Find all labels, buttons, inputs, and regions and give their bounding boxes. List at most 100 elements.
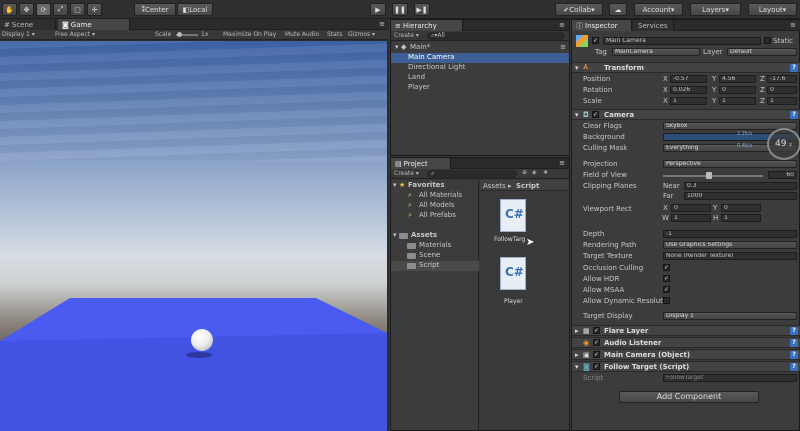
allow-hdr-checkbox[interactable]: ✓ [663, 275, 670, 282]
maximize-on-play-toggle[interactable]: Maximize On Play [223, 31, 276, 38]
hierarchy-item-player[interactable]: Player [391, 83, 569, 93]
space-local-button[interactable]: ◧ Local [177, 3, 213, 16]
breadcrumb-assets[interactable]: Assets [483, 182, 506, 190]
target-display-dropdown[interactable]: Display 1 [663, 312, 797, 320]
help-icon[interactable]: ? [790, 327, 798, 335]
tab-project[interactable]: ▤ Project [391, 158, 451, 169]
add-component-button[interactable]: Add Component [619, 391, 759, 403]
target-texture-field[interactable]: None (Render Texture) [663, 252, 797, 260]
tab-scene[interactable]: # Scene [0, 19, 56, 30]
help-icon[interactable]: ? [790, 111, 798, 119]
occlusion-culling-checkbox[interactable]: ✓ [663, 264, 670, 271]
viewport-h-input[interactable]: 1 [721, 214, 761, 222]
rotation-x-input[interactable]: 0.026 [670, 86, 707, 94]
position-y-input[interactable]: 4.56 [719, 75, 756, 83]
help-icon[interactable]: ? [790, 351, 798, 359]
panel-menu-icon[interactable]: ≡ [559, 159, 565, 167]
rect-tool-button[interactable]: ▢ [70, 3, 85, 16]
hand-tool-button[interactable]: ✋ [2, 3, 17, 16]
dynamic-resolution-checkbox[interactable] [663, 297, 670, 304]
help-icon[interactable]: ? [790, 64, 798, 72]
assets-row[interactable]: ▾ Assets [391, 231, 479, 241]
scale-z-input[interactable]: 1 [767, 97, 797, 105]
fov-input[interactable]: 60 [768, 171, 797, 179]
follow-target-checkbox[interactable]: ✓ [593, 363, 600, 370]
audio-listener-header[interactable]: ◉ ✓ Audio Listener ? [572, 337, 800, 348]
favorite-all-models[interactable]: ⌕ All Models [391, 201, 479, 211]
step-button[interactable]: ▶❚ [414, 3, 430, 16]
folder-materials[interactable]: Materials [391, 241, 479, 251]
project-create-dropdown[interactable]: Create ▾ [394, 170, 419, 177]
favorite-all-materials[interactable]: ⌕ All Materials [391, 191, 479, 201]
scale-y-input[interactable]: 1 [719, 97, 756, 105]
aspect-dropdown[interactable]: Free Aspect ▾ [55, 31, 95, 38]
folder-scene[interactable]: Scene [391, 251, 479, 261]
hierarchy-create-dropdown[interactable]: Create ▾ [394, 32, 419, 39]
tag-dropdown[interactable]: MainCamera [612, 48, 700, 56]
scale-x-input[interactable]: 1 [670, 97, 707, 105]
layout-dropdown[interactable]: Layout ▾ [748, 3, 797, 16]
flare-layer-header[interactable]: ▸ ▦ ✓ Flare Layer ? [572, 325, 800, 336]
move-tool-button[interactable]: ✥ [19, 3, 34, 16]
stats-toggle[interactable]: Stats [327, 31, 342, 38]
panel-menu-icon[interactable]: ≡ [379, 20, 385, 28]
follow-target-header[interactable]: ▾ ◙ ✓ Follow Target (Script) ? [572, 361, 800, 372]
audio-listener-checkbox[interactable]: ✓ [593, 339, 600, 346]
object-name-input[interactable]: Main Camera [603, 37, 761, 45]
main-camera-object-checkbox[interactable]: ✓ [593, 351, 600, 358]
account-dropdown[interactable]: Account ▾ [634, 3, 683, 16]
near-input[interactable]: 0.3 [684, 182, 797, 190]
camera-header[interactable]: ▾ ◘ ✓ Camera ? [572, 109, 800, 120]
project-search-input[interactable]: ⌕ [427, 170, 517, 178]
viewport-y-input[interactable]: 0 [721, 204, 761, 212]
gizmos-dropdown[interactable]: Gizmos ▾ [348, 31, 375, 38]
static-checkbox[interactable] [764, 37, 771, 44]
fov-slider-thumb[interactable] [706, 172, 712, 179]
tab-inspector[interactable]: ⓘ Inspector [572, 20, 632, 31]
panel-menu-icon[interactable]: ≡ [559, 21, 565, 29]
viewport-x-input[interactable]: 0 [671, 204, 711, 212]
allow-msaa-checkbox[interactable]: ✓ [663, 286, 670, 293]
help-icon[interactable]: ? [790, 363, 798, 371]
tab-services[interactable]: Services [634, 20, 674, 31]
far-input[interactable]: 1000 [684, 192, 797, 200]
position-x-input[interactable]: -0.57 [670, 75, 707, 83]
main-camera-object-header[interactable]: ▸ ▣ ✓ Main Camera (Object) ? [572, 349, 800, 360]
game-viewport[interactable] [0, 41, 387, 431]
tab-hierarchy[interactable]: ≡ Hierarchy [391, 20, 463, 31]
transform-tool-button[interactable]: ✛ [87, 3, 102, 16]
hierarchy-search-input[interactable]: ⌕▾All [427, 32, 565, 40]
fov-slider[interactable] [663, 175, 763, 177]
folder-script[interactable]: Script [391, 261, 479, 271]
rotation-y-input[interactable]: 0 [719, 86, 756, 94]
depth-input[interactable]: -1 [663, 230, 797, 238]
filter-type-icon[interactable]: ⊕ [522, 169, 527, 176]
favorite-all-prefabs[interactable]: ⌕ All Prefabs [391, 211, 479, 221]
hierarchy-item-directional-light[interactable]: Directional Light [391, 63, 569, 73]
collab-button[interactable]: ✔ Collab ▾ [555, 3, 603, 16]
rendering-path-dropdown[interactable]: Use Graphics Settings [663, 241, 797, 249]
position-z-input[interactable]: -17.6 [767, 75, 797, 83]
help-icon[interactable]: ? [790, 339, 798, 347]
viewport-w-input[interactable]: 1 [671, 214, 711, 222]
scale-slider-thumb[interactable] [177, 32, 182, 37]
panel-menu-icon[interactable]: ≡ [790, 21, 796, 29]
layers-dropdown[interactable]: Layers ▾ [690, 3, 741, 16]
csharp-file-icon[interactable]: C# [500, 199, 526, 232]
tab-game[interactable]: ◙ Game [58, 19, 130, 30]
scene-row[interactable]: ▾ ◆ Main* ≡ [391, 43, 569, 53]
layer-dropdown[interactable]: Default [727, 48, 797, 56]
transform-header[interactable]: ▾ ⅄ Transform ? [572, 62, 800, 73]
filter-label-icon[interactable]: ◈ [532, 169, 537, 176]
favorite-star-icon[interactable]: ★ [543, 169, 548, 176]
scene-menu-icon[interactable]: ≡ [560, 43, 566, 51]
rotation-z-input[interactable]: 0 [767, 86, 797, 94]
mute-audio-toggle[interactable]: Mute Audio [285, 31, 319, 38]
camera-enabled-checkbox[interactable]: ✓ [592, 111, 599, 118]
flare-layer-checkbox[interactable]: ✓ [593, 327, 600, 334]
hierarchy-item-land[interactable]: Land [391, 73, 569, 83]
csharp-file-icon[interactable]: C# [500, 257, 526, 290]
pause-button[interactable]: ❚❚ [392, 3, 408, 16]
play-button[interactable]: ▶ [370, 3, 386, 16]
active-checkbox[interactable]: ✓ [592, 37, 599, 44]
